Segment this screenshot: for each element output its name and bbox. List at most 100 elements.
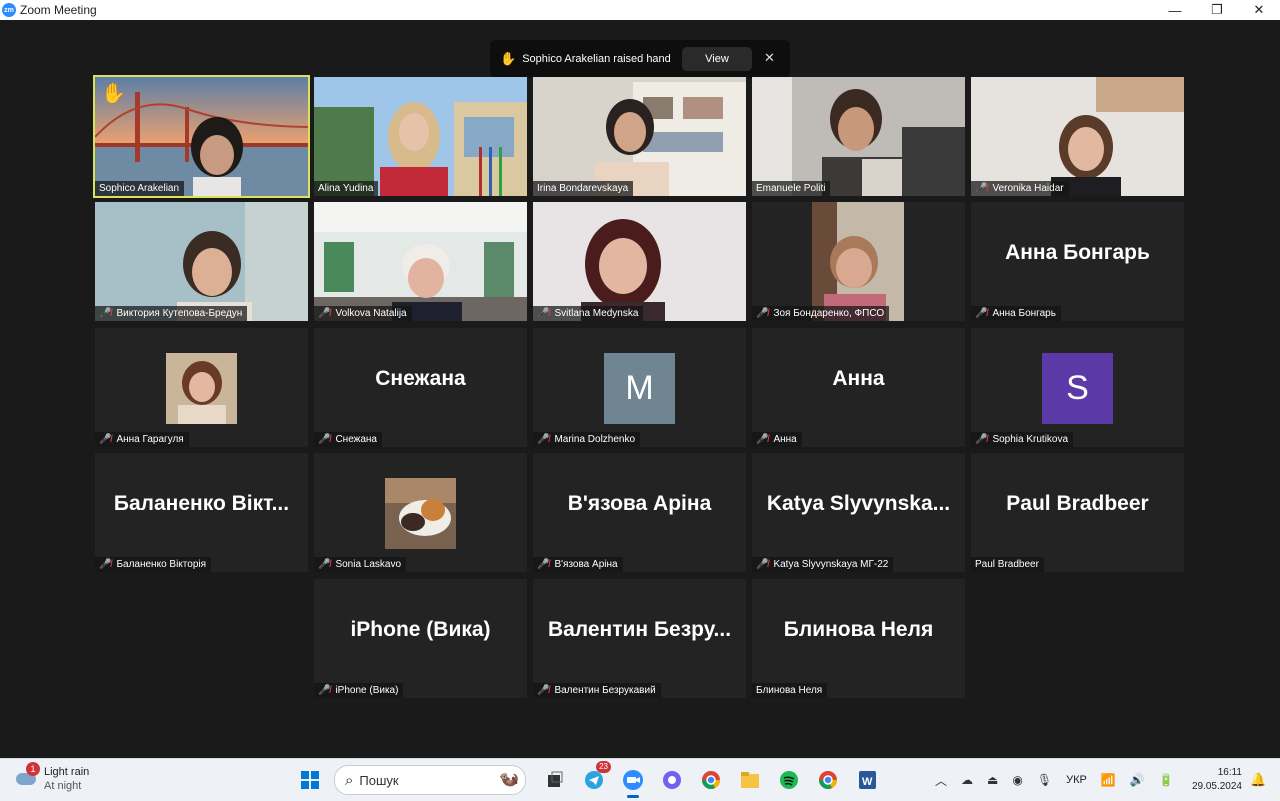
- viber-tray-icon[interactable]: ◉: [1012, 773, 1022, 787]
- participant-tile[interactable]: S 🎤̸ Sophia Krutikova: [971, 328, 1184, 447]
- participant-tile[interactable]: Alina Yudina: [314, 77, 527, 196]
- clock-time: 16:11: [1217, 767, 1242, 778]
- clock[interactable]: 16:11 29.05.2024: [1190, 766, 1242, 794]
- chrome-icon[interactable]: [696, 765, 726, 795]
- participant-tile[interactable]: Валентин Безру... 🎤̸ Валентин Безрукавий: [533, 579, 746, 698]
- participant-display-name: Валентин Безру...: [547, 617, 732, 641]
- notification-bell-icon[interactable]: 🔔: [1250, 772, 1266, 788]
- participant-tile[interactable]: 🎤̸ Зоя Бондаренко, ФПСО: [752, 202, 965, 321]
- participant-tile[interactable]: 🎤̸ Sonia Laskavo: [314, 453, 527, 572]
- participant-name-tag: 🎤̸ Sonia Laskavo: [314, 557, 407, 572]
- participant-video: [752, 77, 965, 196]
- telegram-icon[interactable]: 23: [579, 761, 611, 795]
- participant-tile[interactable]: Баланенко Вікт... 🎤̸ Баланенко Вікторія: [95, 453, 308, 572]
- minimize-button[interactable]: —: [1154, 0, 1196, 20]
- chevron-up-icon[interactable]: ︿: [935, 772, 947, 789]
- muted-mic-icon: 🎤̸: [99, 434, 112, 445]
- participant-name-tag: 🎤̸ Marina Dolzhenko: [533, 432, 641, 447]
- participant-display-name: Баланенко Вікт...: [113, 491, 290, 515]
- participant-name: Анна Бонгарь: [992, 308, 1056, 319]
- participant-name-tag: 🎤̸ В'язова Аріна: [533, 557, 623, 572]
- participant-photo: [166, 353, 237, 424]
- participant-tile[interactable]: M 🎤̸ Marina Dolzhenko: [533, 328, 746, 447]
- svg-text:W: W: [862, 776, 873, 788]
- spotify-icon[interactable]: [774, 765, 804, 795]
- taskbar-search-input[interactable]: ⌕ Пошук 🦦: [334, 765, 526, 795]
- close-window-button[interactable]: ✕: [1238, 0, 1280, 20]
- participant-name: Paul Bradbeer: [975, 559, 1039, 570]
- participant-tile[interactable]: Irina Bondarevskaya: [533, 77, 746, 196]
- battery-icon[interactable]: 🔋: [1159, 773, 1174, 787]
- participant-tile[interactable]: Блинова Неля Блинова Неля: [752, 579, 965, 698]
- participant-tile[interactable]: Emanuele Politi: [752, 77, 965, 196]
- participant-name: Sonia Laskavo: [335, 559, 402, 570]
- word-icon[interactable]: W: [852, 765, 882, 795]
- window-controls: — ❐ ✕: [1154, 0, 1280, 20]
- participant-name: Emanuele Politi: [756, 183, 826, 194]
- participant-tile[interactable]: В'язова Аріна 🎤̸ В'язова Аріна: [533, 453, 746, 572]
- participant-display-name: Анна: [832, 366, 885, 390]
- participant-name: Alina Yudina: [318, 183, 374, 194]
- notification-text: Sophico Arakelian raised hand: [522, 53, 671, 65]
- raised-hand-notification: ✋ Sophico Arakelian raised hand View ✕: [490, 40, 790, 78]
- participant-tile[interactable]: 🎤̸ Veronika Haidar: [971, 77, 1184, 196]
- participant-name-tag: 🎤̸ Katya Slyvynskaya МГ-22: [752, 557, 894, 572]
- participant-name: Irina Bondarevskaya: [537, 183, 629, 194]
- muted-mic-icon: 🎤̸: [756, 308, 769, 319]
- muted-mic-icon: 🎤̸: [318, 559, 331, 570]
- weather-widget[interactable]: 1 Light rain At night: [16, 762, 90, 793]
- participant-name: Виктория Кутепова-Бредун: [116, 308, 243, 319]
- usb-icon[interactable]: ⏏: [987, 773, 998, 787]
- participant-tile[interactable]: Анна Бонгарь 🎤̸ Анна Бонгарь: [971, 202, 1184, 321]
- participant-display-name: Анна Бонгарь: [1005, 240, 1150, 264]
- muted-mic-icon: 🎤̸: [537, 308, 550, 319]
- participant-name-tag: 🎤̸ Баланенко Вікторія: [95, 557, 212, 572]
- participant-tile[interactable]: 🎤̸ Volkova Natalija: [314, 202, 527, 321]
- participant-tile[interactable]: ✋ Sophico Arakelian: [93, 75, 310, 198]
- participant-tile[interactable]: Katya Slyvynska... 🎤̸ Katya Slyvynskaya М…: [752, 453, 965, 572]
- wifi-icon[interactable]: 📶: [1101, 773, 1116, 787]
- windows-start-icon[interactable]: [295, 765, 325, 795]
- participant-name-tag: Sophico Arakelian: [95, 181, 185, 196]
- participant-display-name: Снежана: [375, 366, 466, 390]
- participant-tile[interactable]: Снежана 🎤̸ Снежана: [314, 328, 527, 447]
- participant-name: Зоя Бондаренко, ФПСО: [773, 308, 885, 319]
- rain-cloud-icon: 1: [16, 762, 40, 787]
- microphone-icon[interactable]: 🎙: [1037, 773, 1052, 787]
- weather-title: Light rain: [44, 766, 90, 778]
- clock-date: 29.05.2024: [1191, 781, 1242, 792]
- participant-display-name: В'язова Аріна: [567, 491, 712, 515]
- zoom-app-icon: zm: [2, 3, 16, 17]
- view-button[interactable]: View: [682, 47, 752, 71]
- zoom-icon[interactable]: [618, 765, 648, 798]
- participant-tile[interactable]: Анна 🎤̸ Анна: [752, 328, 965, 447]
- participant-name: Баланенко Вікторія: [116, 559, 207, 570]
- muted-mic-icon: 🎤̸: [975, 308, 988, 319]
- participant-name-tag: 🎤̸ Volkova Natalija: [314, 306, 412, 321]
- close-notification-icon[interactable]: ✕: [764, 50, 775, 66]
- restore-button[interactable]: ❐: [1196, 0, 1238, 20]
- search-placeholder: Пошук: [359, 772, 399, 788]
- participant-name: Sophico Arakelian: [99, 183, 180, 194]
- participant-tile[interactable]: iPhone (Вика) 🎤̸ iPhone (Вика): [314, 579, 527, 698]
- cloud-sync-icon[interactable]: ☁: [961, 773, 973, 787]
- volume-icon[interactable]: 🔊: [1130, 773, 1145, 787]
- participant-display-name: Блинова Неля: [783, 617, 934, 641]
- muted-mic-icon: 🎤̸: [756, 559, 769, 570]
- language-indicator[interactable]: УКР: [1066, 774, 1087, 786]
- taskbar-apps: ⌕ Пошук 🦦 23 W: [295, 761, 891, 798]
- task-view-icon[interactable]: [540, 765, 570, 795]
- chrome-icon[interactable]: [813, 765, 843, 795]
- participant-tile[interactable]: 🎤̸ Svitlana Medynska: [533, 202, 746, 321]
- participant-name-tag: Emanuele Politi: [752, 181, 831, 196]
- raised-hand-icon: ✋: [500, 51, 517, 66]
- participant-tile[interactable]: 🎤̸ Виктория Кутепова-Бредун: [95, 202, 308, 321]
- participant-video: [314, 202, 527, 321]
- participant-name-tag: 🎤̸ Зоя Бондаренко, ФПСО: [752, 306, 890, 321]
- viber-icon[interactable]: [657, 765, 687, 795]
- participant-tile[interactable]: Paul Bradbeer Paul Bradbeer: [971, 453, 1184, 572]
- file-explorer-icon[interactable]: [735, 765, 765, 795]
- participant-name-tag: 🎤̸ Виктория Кутепова-Бредун: [95, 306, 248, 321]
- participant-name-tag: 🎤̸ Снежана: [314, 432, 382, 447]
- participant-tile[interactable]: 🎤̸ Анна Гарагуля: [95, 328, 308, 447]
